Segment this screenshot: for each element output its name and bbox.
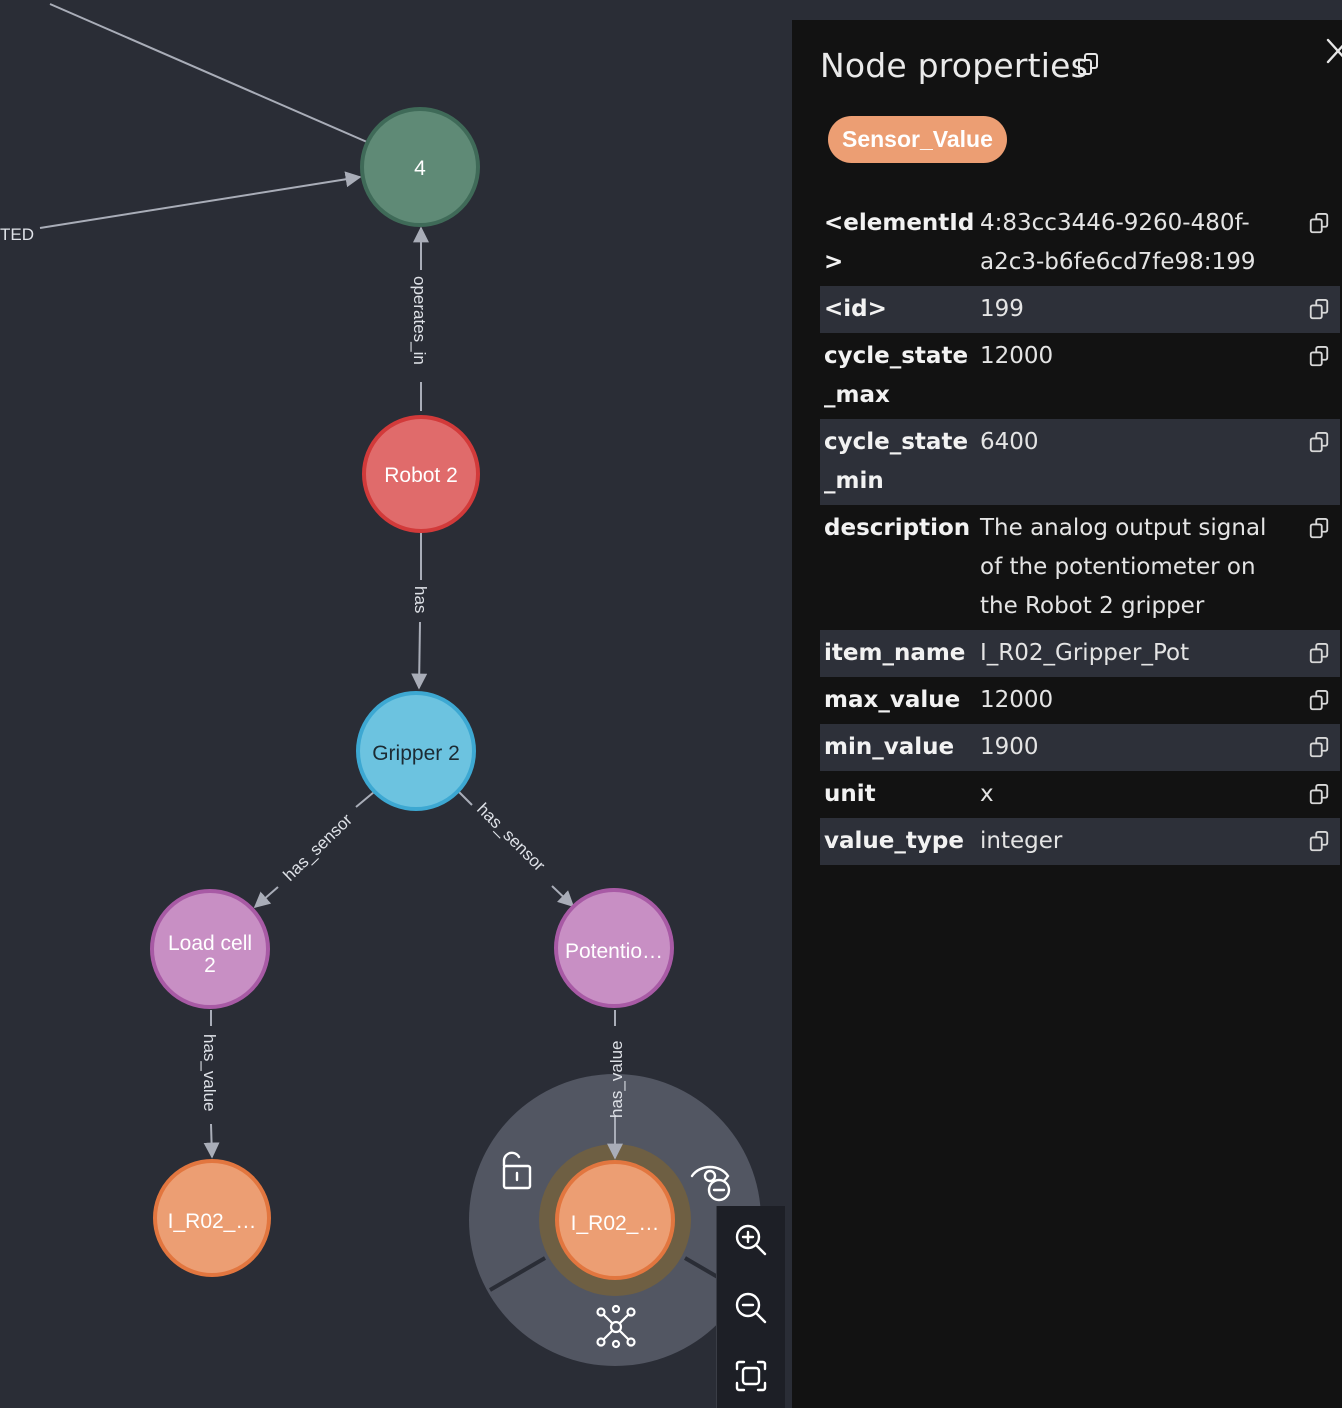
- copy-icon: [1309, 299, 1329, 320]
- edge-label-ted: TED: [0, 225, 34, 244]
- copy-property-button[interactable]: [1308, 298, 1330, 322]
- copy-icon: [1309, 737, 1329, 758]
- property-key: max_value: [824, 687, 961, 713]
- edge-has-sensor-right-b[interactable]: [551, 885, 575, 908]
- node-4-label: 4: [414, 157, 426, 180]
- property-row: <elementId> 4:83cc3446-9260-480f-a2c3-b6f…: [820, 200, 1340, 286]
- property-row: max_value 12000: [820, 677, 1340, 724]
- copy-property-button[interactable]: [1308, 431, 1330, 455]
- property-key: description: [824, 515, 971, 541]
- zoom-toolbar: [716, 1206, 785, 1408]
- close-panel-button[interactable]: [1324, 36, 1342, 72]
- node-robot-2[interactable]: Robot 2: [362, 415, 480, 533]
- node-value-selected-label: I_R02_…: [571, 1212, 660, 1235]
- copy-icon: [1309, 784, 1329, 805]
- properties-table: <elementId> 4:83cc3446-9260-480f-a2c3-b6f…: [820, 200, 1340, 865]
- node-load-cell-2[interactable]: Load cell 2: [150, 889, 270, 1009]
- node-potentiometer-label: Potentio…: [565, 940, 663, 963]
- property-value[interactable]: 12000: [976, 333, 1294, 419]
- copy-property-button[interactable]: [1308, 736, 1330, 760]
- close-icon: [1326, 38, 1342, 64]
- property-key: item_name: [824, 640, 966, 666]
- copy-property-button[interactable]: [1308, 212, 1330, 236]
- node-potentiometer[interactable]: Potentio…: [554, 888, 674, 1008]
- zoom-out-icon: [735, 1292, 767, 1324]
- copy-property-button[interactable]: [1308, 830, 1330, 854]
- label-chip-sensor-value[interactable]: Sensor_Value: [828, 116, 1007, 163]
- edge-label-has-sensor-left: has_sensor: [280, 810, 357, 885]
- edge-has-sensor-right-a[interactable]: [458, 791, 473, 806]
- property-row: item_name I_R02_Gripper_Pot: [820, 630, 1340, 677]
- node-value-left-label: I_R02_…: [168, 1210, 257, 1233]
- edge-has-value-left-b[interactable]: [203, 1123, 220, 1159]
- node-gripper-2-label: Gripper 2: [372, 742, 460, 765]
- panel-title: Node properties: [820, 46, 1089, 85]
- node-load-cell-2-label-line2: 2: [204, 954, 216, 977]
- edge-has-line-b[interactable]: [411, 621, 428, 690]
- edge-label-has: has: [411, 586, 430, 613]
- graph-canvas[interactable]: TED operates_in has has_sensor has_senso…: [0, 0, 792, 1408]
- copy-icon: [1309, 690, 1329, 711]
- property-row: description The analog output signal of t…: [820, 505, 1340, 630]
- property-value[interactable]: 6400: [976, 419, 1294, 505]
- copy-property-button[interactable]: [1308, 642, 1330, 666]
- property-value[interactable]: The analog output signal of the potentio…: [976, 505, 1294, 630]
- property-key: unit: [824, 781, 876, 807]
- fit-to-screen-button[interactable]: [731, 1356, 771, 1396]
- graph-svg[interactable]: TED operates_in has has_sensor has_senso…: [0, 0, 792, 1408]
- property-value[interactable]: 12000: [976, 677, 1294, 724]
- edge-has-sensor-left-a[interactable]: [355, 791, 375, 808]
- copy-icon: [1309, 213, 1329, 234]
- property-value[interactable]: 199: [976, 286, 1294, 333]
- node-gripper-2[interactable]: Gripper 2: [356, 691, 476, 811]
- copy-icon: [1309, 432, 1329, 453]
- property-value[interactable]: 1900: [976, 724, 1294, 771]
- node-value-selected[interactable]: I_R02_…: [555, 1160, 675, 1280]
- copy-property-button[interactable]: [1308, 689, 1330, 713]
- copy-icon: [1309, 643, 1329, 664]
- zoom-in-icon: [735, 1224, 767, 1256]
- edge-label-has-sensor-right: has_sensor: [473, 799, 549, 875]
- edge-ted[interactable]: [39, 171, 362, 229]
- property-key: cycle_state_max: [824, 343, 969, 408]
- edge-has-sensor-left-b[interactable]: [253, 886, 279, 909]
- copy-property-button[interactable]: [1308, 345, 1330, 369]
- property-row: cycle_state_min 6400: [820, 419, 1340, 505]
- property-key: min_value: [824, 734, 955, 760]
- property-row: cycle_state_max 12000: [820, 333, 1340, 419]
- property-row: <id> 199: [820, 286, 1340, 333]
- property-value[interactable]: x: [976, 771, 1294, 818]
- copy-icon: [1309, 346, 1329, 367]
- copy-icon: [1309, 831, 1329, 852]
- node-4[interactable]: 4: [360, 107, 480, 227]
- property-key: value_type: [824, 828, 964, 854]
- fit-to-screen-icon: [735, 1360, 767, 1392]
- node-robot-2-label: Robot 2: [384, 464, 458, 487]
- copy-icon: [1078, 53, 1098, 75]
- copy-all-button[interactable]: [1076, 52, 1100, 78]
- edges: TED operates_in has has_sensor has_senso…: [0, 3, 575, 1159]
- property-key: <elementId>: [824, 210, 975, 275]
- property-row: value_type integer: [820, 818, 1340, 865]
- zoom-in-button[interactable]: [731, 1220, 771, 1260]
- property-value[interactable]: I_R02_Gripper_Pot: [976, 630, 1294, 677]
- zoom-out-button[interactable]: [731, 1288, 771, 1328]
- property-key: cycle_state_min: [824, 429, 969, 494]
- property-row: min_value 1900: [820, 724, 1340, 771]
- edge-incoming-line[interactable]: [49, 3, 368, 143]
- copy-icon: [1309, 518, 1329, 539]
- edge-label-has-value-left: has_value: [200, 1034, 219, 1112]
- property-value[interactable]: integer: [976, 818, 1294, 865]
- node-value-left[interactable]: I_R02_…: [153, 1159, 271, 1277]
- property-key: <id>: [824, 296, 887, 322]
- node-properties-panel: Node properties Sensor_Value <elementId>…: [792, 20, 1342, 1408]
- node-load-cell-2-label-line1: Load cell: [168, 932, 252, 955]
- property-value[interactable]: 4:83cc3446-9260-480f-a2c3-b6fe6cd7fe98:1…: [976, 200, 1294, 286]
- copy-property-button[interactable]: [1308, 517, 1330, 541]
- edge-label-has-value-right: has_value: [607, 1040, 626, 1118]
- edge-label-operates-in: operates_in: [410, 276, 429, 365]
- property-row: unit x: [820, 771, 1340, 818]
- copy-property-button[interactable]: [1308, 783, 1330, 807]
